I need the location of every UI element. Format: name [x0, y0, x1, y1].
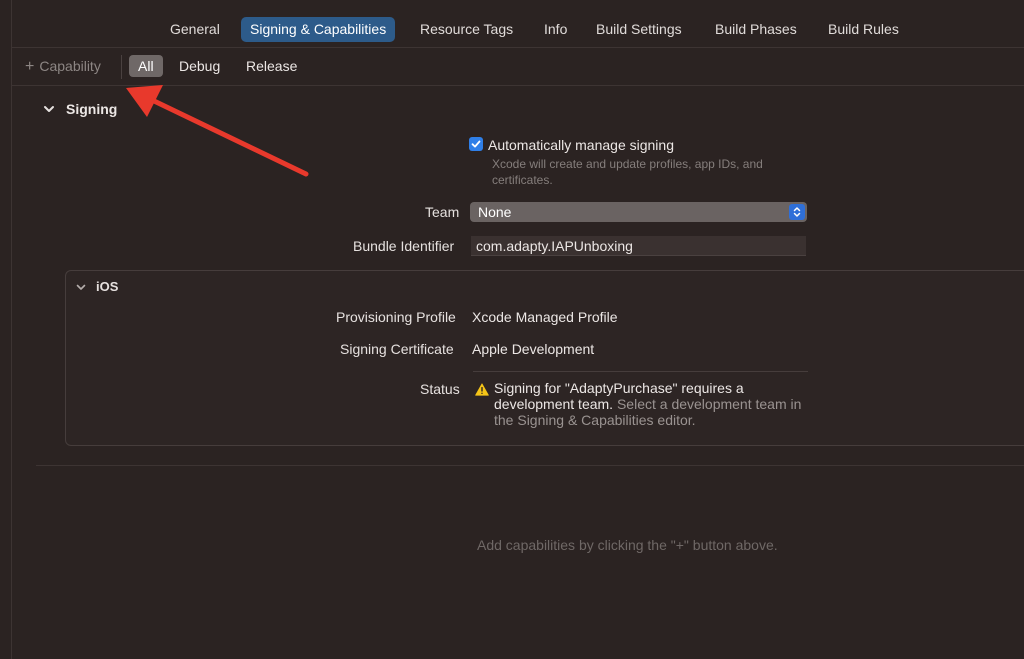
- chevron-down-icon: [76, 284, 86, 290]
- chevron-updown-icon: [789, 204, 805, 220]
- signing-certificate-value: Apple Development: [472, 341, 595, 357]
- filter-debug-button[interactable]: Debug: [179, 55, 220, 77]
- tab-signing-capabilities[interactable]: Signing & Capabilities: [241, 17, 396, 42]
- signing-certificate-label: Signing Certificate: [340, 341, 454, 357]
- signing-section-title: Signing: [66, 101, 118, 117]
- filter-divider: [121, 55, 122, 79]
- add-capability-label: Capability: [39, 58, 101, 74]
- left-rail: [0, 0, 12, 659]
- ios-section-header[interactable]: iOS: [75, 279, 118, 294]
- plus-icon: +: [25, 58, 35, 75]
- status-divider: [473, 371, 808, 372]
- tab-build-settings[interactable]: Build Settings: [596, 17, 682, 42]
- team-select-value: None: [478, 204, 512, 220]
- bundle-identifier-value: com.adapty.IAPUnboxing: [476, 238, 633, 254]
- bundle-identifier-field[interactable]: com.adapty.IAPUnboxing: [471, 236, 806, 256]
- section-divider: [36, 465, 1024, 466]
- provisioning-profile-label: Provisioning Profile: [336, 309, 456, 325]
- checkmark-icon: [471, 140, 481, 148]
- auto-manage-signing-label[interactable]: Automatically manage signing: [488, 137, 674, 153]
- editor-tab-bar: General Signing & Capabilities Resource …: [12, 0, 1024, 48]
- bundle-identifier-label: Bundle Identifier: [353, 238, 455, 254]
- warning-icon: [475, 383, 489, 396]
- status-message: Signing for "AdaptyPurchase" requires a …: [494, 380, 810, 428]
- tab-build-rules[interactable]: Build Rules: [828, 17, 899, 42]
- team-select[interactable]: None: [470, 202, 807, 222]
- auto-manage-signing-checkbox[interactable]: [469, 137, 483, 151]
- filter-release-button[interactable]: Release: [246, 55, 297, 77]
- add-capability-button[interactable]: + Capability: [25, 58, 101, 76]
- capability-filter-bar: + Capability All Debug Release: [12, 48, 1024, 86]
- status-label: Status: [420, 381, 460, 397]
- tab-info[interactable]: Info: [544, 17, 567, 42]
- tab-general[interactable]: General: [170, 17, 220, 42]
- add-capabilities-hint: Add capabilities by clicking the "+" but…: [477, 537, 778, 553]
- signing-section-header[interactable]: Signing: [42, 100, 117, 118]
- auto-manage-signing-description: Xcode will create and update profiles, a…: [492, 157, 763, 187]
- tab-resource-tags[interactable]: Resource Tags: [420, 17, 513, 42]
- tab-build-phases[interactable]: Build Phases: [715, 17, 797, 42]
- chevron-down-icon: [44, 106, 54, 112]
- provisioning-profile-value: Xcode Managed Profile: [472, 309, 618, 325]
- team-label: Team: [425, 204, 460, 220]
- filter-all-button[interactable]: All: [129, 55, 163, 77]
- ios-section-title: iOS: [96, 279, 119, 294]
